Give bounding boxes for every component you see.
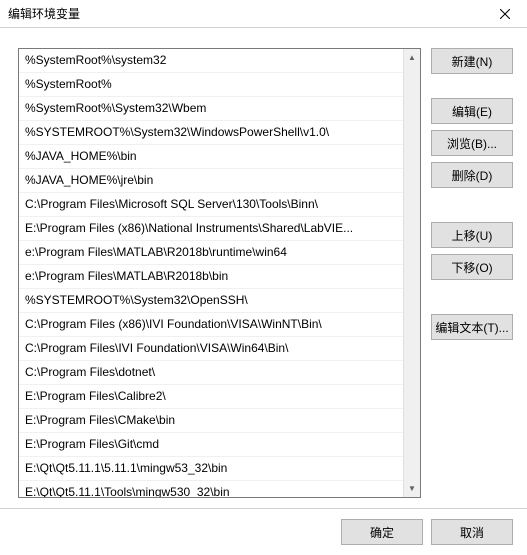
close-button[interactable] [482,0,527,28]
list-item[interactable]: %SystemRoot%\system32 [19,49,403,73]
list-item[interactable]: %SystemRoot% [19,73,403,97]
list-item[interactable]: %JAVA_HOME%\jre\bin [19,169,403,193]
scroll-up-arrow[interactable]: ▲ [404,49,420,66]
cancel-button[interactable]: 取消 [431,519,513,545]
path-listbox[interactable]: %SystemRoot%\system32%SystemRoot%%System… [18,48,421,498]
window-title: 编辑环境变量 [8,5,80,22]
scroll-down-arrow[interactable]: ▼ [404,480,420,497]
scrollbar[interactable]: ▲ ▼ [403,49,420,497]
new-button[interactable]: 新建(N) [431,48,513,74]
list-item[interactable]: E:\Program Files (x86)\National Instrume… [19,217,403,241]
move-up-button[interactable]: 上移(U) [431,222,513,248]
move-down-button[interactable]: 下移(O) [431,254,513,280]
list-item[interactable]: E:\Program Files\CMake\bin [19,409,403,433]
browse-button[interactable]: 浏览(B)... [431,130,513,156]
list-item[interactable]: %SystemRoot%\System32\Wbem [19,97,403,121]
list-item[interactable]: C:\Program Files\dotnet\ [19,361,403,385]
list-item[interactable]: E:\Program Files\Git\cmd [19,433,403,457]
list-item[interactable]: C:\Program Files\Microsoft SQL Server\13… [19,193,403,217]
list-item[interactable]: %SYSTEMROOT%\System32\WindowsPowerShell\… [19,121,403,145]
button-column: 新建(N) 编辑(E) 浏览(B)... 删除(D) 上移(U) 下移(O) 编… [431,48,513,498]
list-item[interactable]: E:\Qt\Qt5.11.1\5.11.1\mingw53_32\bin [19,457,403,481]
list-item[interactable]: C:\Program Files (x86)\IVI Foundation\VI… [19,313,403,337]
list-item[interactable]: E:\Program Files\Calibre2\ [19,385,403,409]
titlebar: 编辑环境变量 [0,0,527,28]
list-item[interactable]: %JAVA_HOME%\bin [19,145,403,169]
footer: 确定 取消 [0,508,527,555]
edit-button[interactable]: 编辑(E) [431,98,513,124]
content-area: %SystemRoot%\system32%SystemRoot%%System… [0,28,527,508]
list-item[interactable]: e:\Program Files\MATLAB\R2018b\bin [19,265,403,289]
edit-text-button[interactable]: 编辑文本(T)... [431,314,513,340]
list-item[interactable]: C:\Program Files\IVI Foundation\VISA\Win… [19,337,403,361]
ok-button[interactable]: 确定 [341,519,423,545]
list-item[interactable]: e:\Program Files\MATLAB\R2018b\runtime\w… [19,241,403,265]
list-item[interactable]: %SYSTEMROOT%\System32\OpenSSH\ [19,289,403,313]
close-icon [500,9,510,19]
list-item[interactable]: E:\Qt\Qt5.11.1\Tools\mingw530_32\bin [19,481,403,497]
delete-button[interactable]: 删除(D) [431,162,513,188]
